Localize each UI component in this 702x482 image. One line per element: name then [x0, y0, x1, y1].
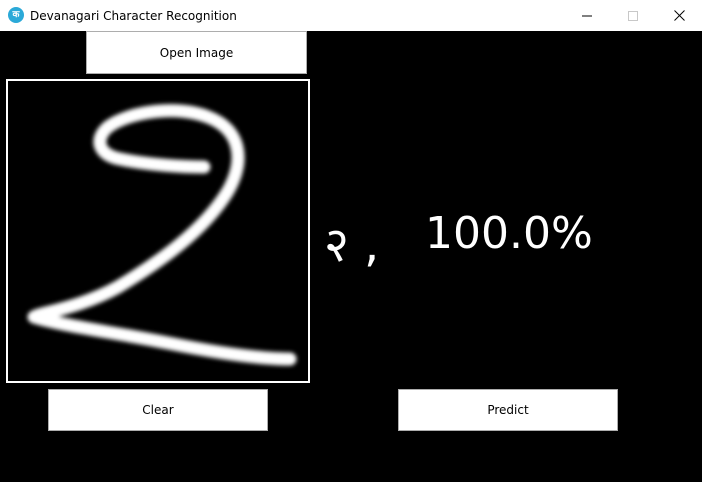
predict-button[interactable]: Predict — [398, 389, 618, 431]
prediction-separator: , — [364, 217, 380, 273]
open-image-button[interactable]: Open Image — [86, 31, 307, 74]
prediction-confidence: 100.0% — [425, 208, 593, 259]
title-bar[interactable]: क Devanagari Character Recognition — [0, 0, 702, 31]
window-title: Devanagari Character Recognition — [30, 9, 237, 23]
predicted-character: २ — [324, 217, 349, 273]
minimize-icon — [582, 15, 592, 16]
clear-button[interactable]: Clear — [48, 389, 268, 431]
app-window: क Devanagari Character Recognition Open … — [0, 0, 702, 482]
close-button[interactable] — [656, 0, 702, 31]
maximize-icon — [628, 10, 638, 21]
handwritten-digit-image — [27, 104, 297, 366]
maximize-button[interactable] — [610, 0, 656, 31]
close-icon — [673, 10, 685, 21]
drawing-canvas[interactable] — [6, 79, 310, 383]
minimize-button[interactable] — [564, 0, 610, 31]
app-icon: क — [8, 7, 24, 23]
